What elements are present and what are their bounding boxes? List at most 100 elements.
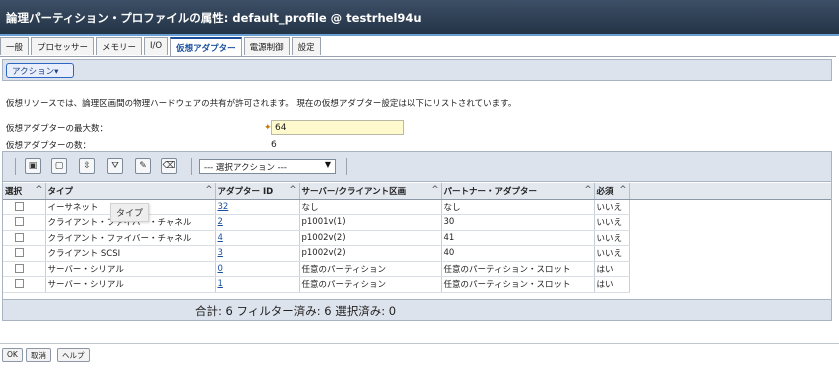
table-footer: 合計: 6 フィルター済み: 6 選択済み: 0 [3,299,831,320]
expand-icon[interactable]: ⇳ [79,158,95,174]
table-row: クライアント SCSI 3 p1002v(2) 40 いいえ [3,245,630,262]
filter-icon[interactable]: ⛛ [107,158,123,174]
partition-cell: なし [299,199,442,215]
partner-cell: 任意のパーティション・スロット [441,261,595,277]
title-accent-line [0,34,839,36]
adapter-table-panel: ▣ ▢ ⇳ ⛛ ✎ ⌫ --- 選択アクション --- ▼ 選択 ^ タイプ ^… [2,151,832,321]
row-checkbox[interactable] [15,217,24,227]
ok-button[interactable]: OK [2,348,23,362]
tab-general[interactable]: 一般 [0,37,30,55]
tab-virtual-adapters[interactable]: 仮想アダプター [170,37,242,57]
sort-icon[interactable]: ^ [289,185,296,195]
row-checkbox[interactable] [15,232,24,242]
sort-icon[interactable]: ^ [205,185,212,195]
adapter-id-link[interactable]: 3 [218,248,223,258]
column-header-partition[interactable]: サーバー/クライアント区画 ^ [299,183,442,200]
adapter-count-value: 6 [271,140,277,150]
type-cell: クライアント SCSI [45,245,216,262]
adapter-id-link[interactable]: 1 [218,279,223,289]
toolbar-separator [191,158,192,175]
table-toolbar: ▣ ▢ ⇳ ⛛ ✎ ⌫ --- 選択アクション --- ▼ [3,152,831,182]
partner-cell: なし [441,199,595,215]
sort-icon[interactable]: ^ [619,185,626,195]
select-action-label: --- 選択アクション --- [204,163,287,173]
required-cell: はい [594,261,630,277]
partner-cell: 41 [441,230,595,246]
required-cell: いいえ [594,230,630,246]
required-cell: いいえ [594,245,630,262]
action-menu-button[interactable]: アクション▾ [6,63,74,78]
tab-io[interactable]: I/O [144,37,169,55]
table-row: イーサネット 32 なし なし いいえ [3,199,630,215]
tab-bar: 一般 プロセッサー メモリー I/O 仮想アダプター 電源制御 設定 [0,37,323,57]
adapter-id-link[interactable]: 32 [218,202,229,212]
type-cell: サーバー・シリアル [45,276,216,293]
tab-memory[interactable]: メモリー [96,37,143,55]
table-row: クライアント・ファイバー・チャネル 2 p1001v(1) 30 いいえ [3,214,630,231]
partition-cell: 任意のパーティション [299,276,442,293]
header-filler [629,183,831,200]
action-bar: アクション▾ [2,59,832,81]
partition-cell: 任意のパーティション [299,261,442,277]
row-checkbox[interactable] [15,263,24,273]
required-cell: いいえ [594,214,630,231]
column-header-select[interactable]: 選択 ^ [3,183,46,200]
partition-cell: p1002v(2) [299,245,442,262]
partition-cell: p1002v(2) [299,230,442,246]
select-action-dropdown[interactable]: --- 選択アクション --- ▼ [199,159,336,174]
deselect-all-icon[interactable]: ▢ [51,158,67,174]
table-summary: 合計: 6 フィルター済み: 6 選択済み: 0 [195,304,397,318]
adapter-count-label: 仮想アダプターの数： [6,141,92,151]
column-header-type[interactable]: タイプ ^ [45,183,216,200]
clear-filter-icon[interactable]: ⌫ [161,158,177,174]
adapter-id-link[interactable]: 0 [218,264,223,274]
sort-icon[interactable]: ^ [584,185,591,195]
type-cell: サーバー・シリアル [45,261,216,277]
partition-cell: p1001v(1) [299,214,442,231]
column-label: 選択 [5,186,23,197]
row-checkbox[interactable] [15,201,24,211]
tab-power-control[interactable]: 電源制御 [243,37,290,55]
sort-icon[interactable]: ^ [35,185,42,195]
table-row: クライアント・ファイバー・チャネル 4 p1002v(2) 41 いいえ [3,230,630,246]
type-cell: クライアント・ファイバー・チャネル [45,230,216,246]
column-label: パートナー・アダプター [443,186,538,197]
partner-cell: 任意のパーティション・スロット [441,276,595,293]
max-adapters-input[interactable] [271,120,404,135]
cancel-button[interactable]: 取消 [26,348,51,362]
required-cell: いいえ [594,199,630,215]
column-header-partner[interactable]: パートナー・アダプター ^ [441,183,595,200]
table-row: サーバー・シリアル 1 任意のパーティション 任意のパーティション・スロット は… [3,276,630,293]
edit-icon[interactable]: ✎ [135,158,151,174]
toolbar-separator [346,158,347,175]
column-label: タイプ [47,186,74,197]
required-cell: はい [594,276,630,293]
adapter-id-link[interactable]: 2 [218,217,223,227]
column-label: 必須 [596,186,614,197]
table-header-row: 選択 ^ タイプ ^ アダプター ID ^ サーバー/クライアント区画 ^ パー… [3,183,630,200]
description-text: 仮想リソースでは、論理区画間の物理ハードウェアの共有が許可されます。 現在の仮想… [6,99,517,109]
tab-processor[interactable]: プロセッサー [31,37,95,55]
column-label: アダプター ID [217,186,274,197]
toolbar-separator [15,158,16,175]
adapter-id-link[interactable]: 4 [218,233,223,243]
select-all-icon[interactable]: ▣ [25,158,41,174]
row-checkbox[interactable] [15,248,24,258]
sort-icon[interactable]: ^ [431,185,438,195]
column-header-required[interactable]: 必須 ^ [594,183,630,200]
column-header-adapter-id[interactable]: アダプター ID ^ [215,183,300,200]
chevron-down-icon: ▼ [324,160,331,169]
column-label: サーバー/クライアント区画 [301,186,407,197]
help-button[interactable]: ヘルプ [57,348,90,362]
tab-settings[interactable]: 設定 [291,37,321,55]
tab-underline [0,56,836,57]
adapter-table: 選択 ^ タイプ ^ アダプター ID ^ サーバー/クライアント区画 ^ パー… [3,183,630,293]
footer-divider [0,343,839,344]
partner-cell: 40 [441,245,595,262]
window-title: 論理パーティション・プロファイルの属性: default_profile @ t… [0,0,839,34]
column-tooltip: タイプ [110,203,150,222]
partner-cell: 30 [441,214,595,231]
table-row: サーバー・シリアル 0 任意のパーティション 任意のパーティション・スロット は… [3,261,630,277]
max-adapters-label: 仮想アダプターの最大数： [6,124,109,134]
row-checkbox[interactable] [15,279,24,289]
